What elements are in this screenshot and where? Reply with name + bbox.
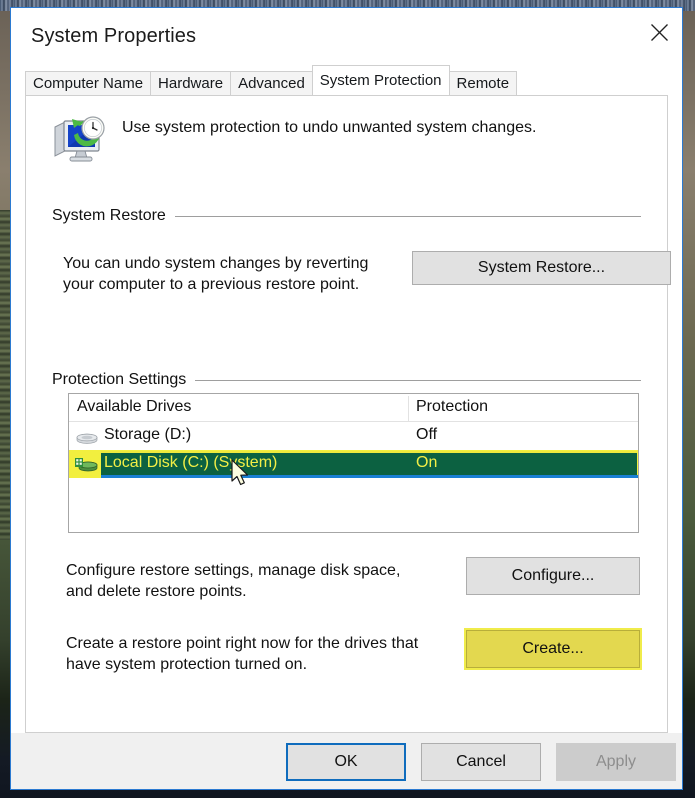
tab-header-row: Use system protection to undo unwanted s… [26, 96, 667, 181]
system-disk-icon [75, 457, 99, 474]
hard-drive-icon [75, 429, 99, 446]
column-divider[interactable] [408, 396, 409, 421]
system-properties-dialog: System Properties Computer Name Hardware… [10, 7, 683, 790]
create-button[interactable]: Create... [466, 630, 640, 668]
protection-settings-group-label: Protection Settings [52, 371, 187, 388]
table-row[interactable]: Local Disk (C:) (System) On [69, 450, 638, 478]
create-description-line-2: have system protection turned on. [66, 656, 308, 673]
tab-advanced[interactable]: Advanced [230, 71, 313, 95]
protection-settings-group-header: Protection Settings [52, 371, 641, 389]
system-protection-monitor-clock-icon [51, 113, 109, 165]
drive-protection-status: Off [416, 426, 438, 443]
protection-settings-rule [195, 379, 641, 381]
create-description: Create a restore point right now for the… [66, 633, 486, 675]
title-bar[interactable]: System Properties [11, 8, 682, 65]
system-restore-group-label: System Restore [52, 207, 166, 224]
tab-hardware[interactable]: Hardware [150, 71, 232, 95]
system-restore-button[interactable]: System Restore... [412, 251, 671, 285]
close-icon [650, 23, 669, 42]
listview-header: Available Drives Protection [69, 394, 638, 422]
drive-name: Local Disk (C:) (System) [104, 454, 278, 471]
system-restore-description-line-2: your computer to a previous restore poin… [63, 276, 360, 293]
table-row[interactable]: Storage (D:) Off [69, 422, 638, 450]
ok-button[interactable]: OK [286, 743, 406, 781]
system-restore-rule [174, 215, 641, 217]
system-restore-description: You can undo system changes by reverting… [63, 253, 413, 295]
desktop-wallpaper-left-strip [0, 210, 10, 540]
tab-header-description: Use system protection to undo unwanted s… [122, 119, 537, 136]
column-header-protection[interactable]: Protection [416, 398, 488, 416]
drive-name: Storage (D:) [104, 426, 192, 443]
tab-computer-name[interactable]: Computer Name [25, 71, 152, 95]
tab-remote[interactable]: Remote [448, 71, 518, 95]
configure-button[interactable]: Configure... [466, 557, 640, 595]
tab-strip: Computer Name Hardware Advanced System P… [11, 65, 682, 95]
configure-description-line-1: Configure restore settings, manage disk … [66, 562, 401, 579]
configure-description-line-2: and delete restore points. [66, 583, 247, 600]
apply-button: Apply [556, 743, 676, 781]
dialog-footer: OK Cancel Apply [11, 733, 682, 789]
row-selection-underline [101, 475, 638, 478]
system-protection-tab-page: Use system protection to undo unwanted s… [25, 95, 671, 733]
system-restore-description-line-1: You can undo system changes by reverting [63, 255, 369, 272]
drive-protection-status: On [416, 454, 438, 471]
window-title: System Properties [31, 25, 197, 47]
configure-description: Configure restore settings, manage disk … [66, 560, 466, 602]
close-button[interactable] [636, 8, 682, 56]
available-drives-listview[interactable]: Available Drives Protection Storage (D:)… [68, 393, 639, 533]
create-description-line-1: Create a restore point right now for the… [66, 635, 419, 652]
system-restore-group-header: System Restore [52, 207, 641, 225]
tab-system-protection[interactable]: System Protection [311, 65, 450, 95]
cancel-button[interactable]: Cancel [421, 743, 541, 781]
column-header-available-drives[interactable]: Available Drives [77, 398, 191, 416]
